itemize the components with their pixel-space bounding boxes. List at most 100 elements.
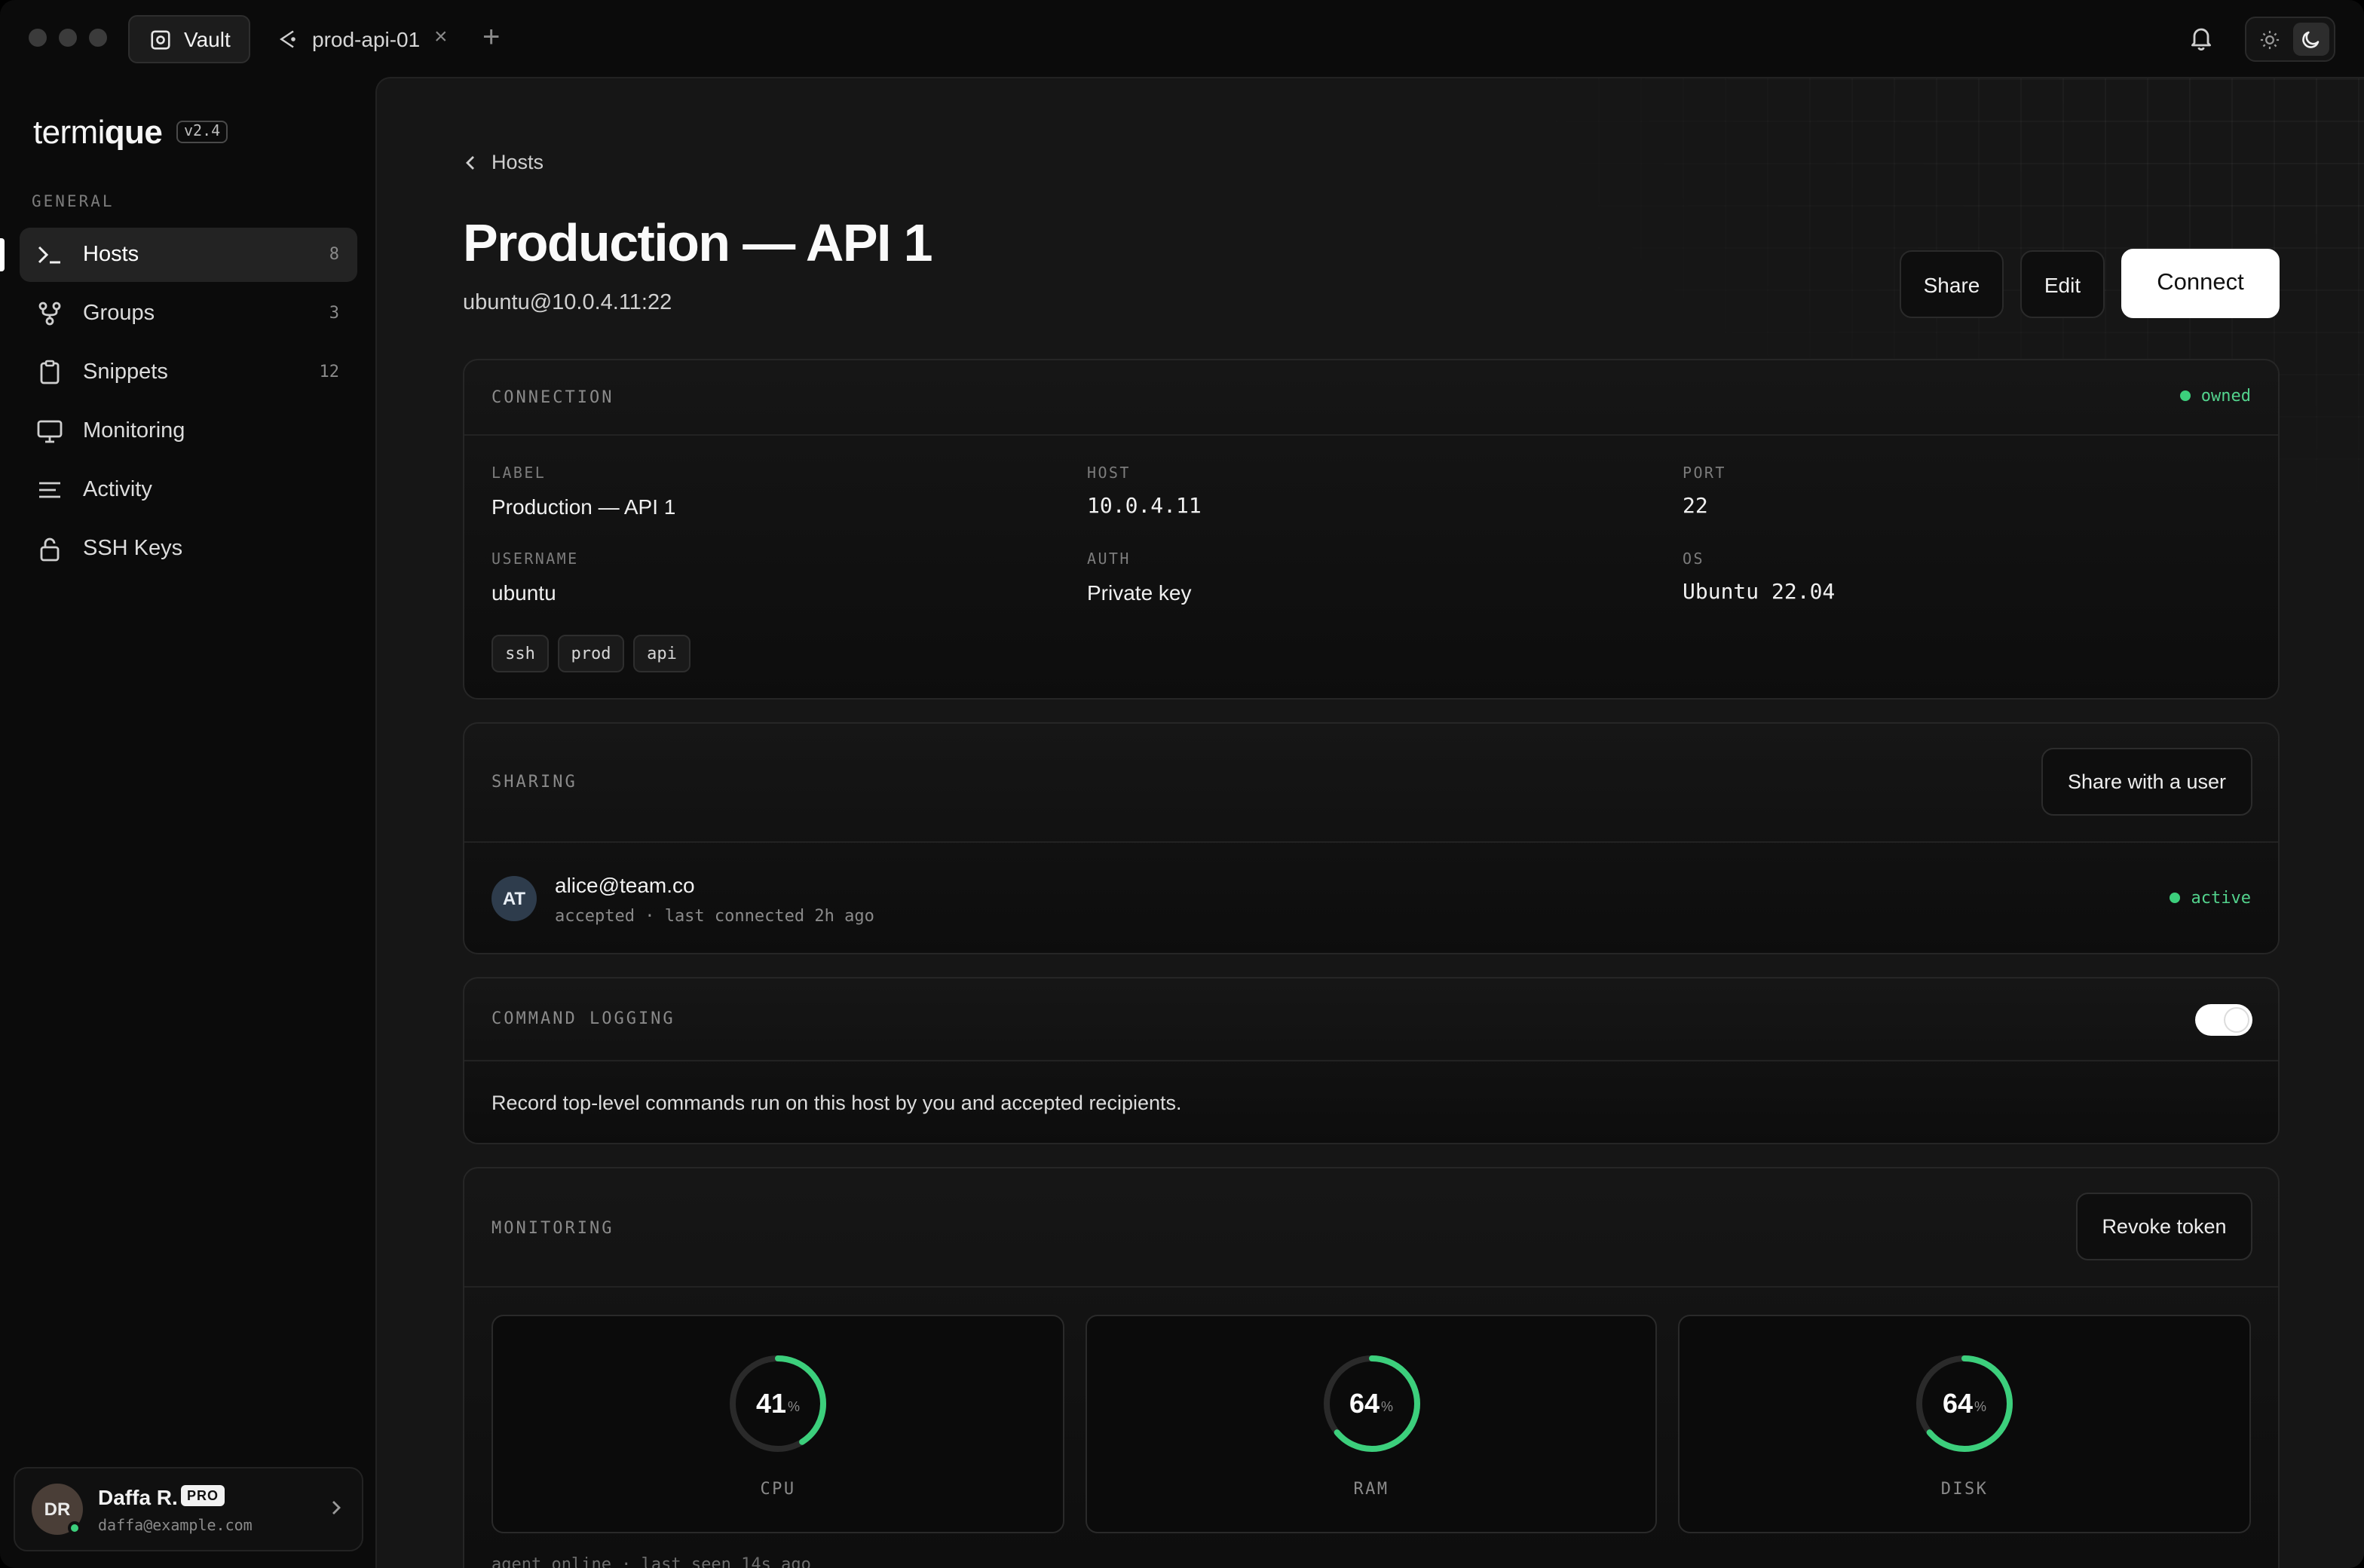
brand-logo[interactable]: termique (33, 113, 163, 152)
sidebar-item-ssh-keys[interactable]: SSH Keys (20, 522, 357, 576)
sidebar-item-label: Monitoring (83, 419, 185, 443)
moon-icon (2302, 31, 2320, 48)
field-label: AUTH (1087, 552, 1131, 568)
tab-prod-api-01[interactable]: prod-api-01 (277, 15, 420, 63)
status-text: owned (2200, 386, 2251, 406)
sidebar-item-label: SSH Keys (83, 537, 183, 561)
field-label: LABEL (491, 466, 547, 482)
tab-label: prod-api-01 (312, 27, 421, 51)
main-panel: Hosts Production — API 1 ubuntu@10.0.4.1… (375, 77, 2364, 1568)
tab-vault[interactable]: Vault (128, 15, 250, 63)
active-nav-marker (0, 238, 5, 271)
logging-description: Record top-level commands run on this ho… (491, 1092, 1182, 1114)
light-theme-button[interactable] (2251, 23, 2287, 56)
card-title: SHARING (491, 772, 577, 792)
terminal-icon (38, 246, 60, 264)
card-title: MONITORING (491, 1218, 614, 1238)
sidebar-item-label: Groups (83, 302, 155, 326)
dark-theme-button[interactable] (2293, 23, 2329, 56)
sidebar-item-count: 12 (319, 362, 340, 381)
version-badge: v2.4 (176, 121, 228, 143)
sidebar-item-count: 3 (329, 303, 339, 323)
command-logging-card: COMMAND LOGGING Record top-level command… (463, 977, 2280, 1144)
groups-icon (38, 302, 61, 326)
ssh-tab-icon (280, 30, 296, 48)
sidebar-item-label: Activity (83, 478, 152, 502)
vault-icon (151, 29, 170, 49)
sidebar-item-hosts[interactable]: Hosts 8 (20, 228, 357, 282)
share-status: active (2170, 888, 2252, 908)
metric-card-ram: 64% RAM (1086, 1315, 1657, 1533)
connect-button[interactable]: Connect (2121, 249, 2280, 318)
online-status-dot (68, 1521, 81, 1535)
tab-label: Vault (184, 27, 231, 51)
field-value: Production — API 1 (491, 495, 676, 519)
field-label: OS (1683, 552, 1704, 568)
clipboard-icon (40, 360, 60, 384)
user-name: Daffa R. (98, 1485, 178, 1509)
share-button[interactable]: Share (1900, 250, 2004, 318)
chevron-right-icon (332, 1501, 341, 1514)
monitoring-card: MONITORING Revoke token 41% CPU 64 % RAM… (463, 1167, 2280, 1568)
command-logging-toggle[interactable] (2195, 1004, 2252, 1036)
avatar: AT (491, 876, 537, 921)
sidebar-item-label: Hosts (83, 243, 139, 267)
connection-card: CONNECTION owned LABEL Production — API … (463, 359, 2280, 700)
field-value: Ubuntu 22.04 (1683, 580, 1836, 605)
account-card[interactable]: DR Daffa R. PRO daffa@example.com (14, 1467, 363, 1551)
user-email: daffa@example.com (98, 1518, 253, 1535)
revoke-token-button[interactable]: Revoke token (2076, 1193, 2252, 1260)
sharing-card: SHARING Share with a user AT alice@team.… (463, 722, 2280, 954)
window-close-control[interactable] (29, 29, 47, 47)
brand-text: termi (33, 113, 105, 151)
card-title: CONNECTION (491, 387, 614, 407)
status-text: active (2191, 888, 2252, 908)
metric-label: CPU (760, 1479, 796, 1499)
field-value: 22 (1683, 495, 1708, 519)
lock-icon (40, 537, 60, 562)
notifications-bell-icon[interactable] (2188, 24, 2215, 59)
status-dot (2170, 893, 2181, 903)
metric-card-disk: 64% DISK (1678, 1315, 2251, 1533)
disk-gauge (1916, 1355, 2013, 1452)
breadcrumb[interactable]: Hosts (464, 151, 544, 173)
ram-gauge (1323, 1355, 1419, 1452)
field-value: 10.0.4.11 (1087, 495, 1202, 519)
shared-user-email: alice@team.co (555, 873, 695, 897)
cpu-gauge (730, 1355, 826, 1452)
sidebar-item-groups[interactable]: Groups 3 (20, 286, 357, 341)
tag-chip: prod (558, 635, 624, 672)
section-label: GENERAL (32, 193, 115, 211)
window-zoom-control[interactable] (89, 29, 107, 47)
field-value: Private key (1087, 580, 1192, 605)
status-dot (2179, 390, 2191, 401)
close-tab-icon[interactable]: × (434, 25, 448, 50)
list-icon (39, 482, 60, 498)
sidebar-item-monitoring[interactable]: Monitoring (20, 404, 357, 458)
metric-label: DISK (1940, 1479, 1989, 1499)
metric-label: RAM (1353, 1479, 1389, 1499)
shared-user-meta: accepted · last connected 2h ago (555, 906, 874, 926)
sidebar-item-count: 8 (329, 244, 339, 264)
card-header: SHARING Share with a user (464, 724, 2278, 843)
field-label: PORT (1683, 466, 1726, 482)
tag-chip: ssh (491, 635, 549, 672)
card-header: COMMAND LOGGING (464, 978, 2278, 1061)
sun-icon (2259, 29, 2279, 49)
breadcrumb-link[interactable]: Hosts (491, 151, 544, 173)
new-tab-icon[interactable]: + (482, 21, 500, 54)
field-label: HOST (1087, 466, 1131, 482)
title-bar: Vault prod-api-01 × + (0, 0, 2364, 77)
sidebar-item-snippets[interactable]: Snippets 12 (20, 345, 357, 400)
card-header: MONITORING Revoke token (464, 1168, 2278, 1288)
window-minimize-control[interactable] (59, 29, 77, 47)
sidebar-item-activity[interactable]: Activity (20, 463, 357, 517)
field-label: USERNAME (491, 552, 579, 568)
agent-status-footer: agent online · last seen 14s ago (491, 1554, 811, 1568)
edit-button[interactable]: Edit (2020, 250, 2105, 318)
share-with-user-button[interactable]: Share with a user (2041, 748, 2252, 816)
tag-chip: api (633, 635, 691, 672)
metric-card-cpu: 41% CPU (491, 1315, 1064, 1533)
toggle-knob (2225, 1009, 2248, 1031)
chevron-left-icon (466, 155, 474, 169)
